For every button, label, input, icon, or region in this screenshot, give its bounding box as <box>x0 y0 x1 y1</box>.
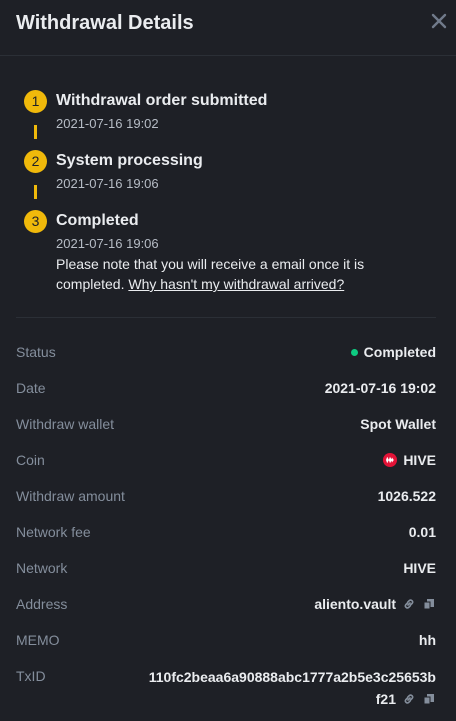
fee-value: 0.01 <box>408 524 436 540</box>
status-row: Status Completed <box>16 342 436 362</box>
copy-icon[interactable] <box>422 597 436 611</box>
withdrawal-help-link[interactable]: Why hasn't my withdrawal arrived? <box>128 276 344 292</box>
txid-text-line1: 110fc2beaa6a90888abc1777a2b5e3c25653b <box>148 669 436 685</box>
txid-label: TxID <box>16 668 46 684</box>
link-icon[interactable] <box>402 597 416 611</box>
link-icon[interactable] <box>402 692 416 706</box>
wallet-value: Spot Wallet <box>360 416 436 432</box>
status-text: Completed <box>363 344 436 360</box>
step-connector <box>34 185 37 199</box>
step-number-badge: 2 <box>24 150 47 173</box>
hive-icon <box>383 453 398 467</box>
address-label: Address <box>16 596 68 612</box>
txid-row: TxID 110fc2beaa6a90888abc1777a2b5e3c2565… <box>16 666 436 710</box>
date-value: 2021-07-16 19:02 <box>324 380 436 396</box>
network-label: Network <box>16 560 68 576</box>
txid-value: 110fc2beaa6a90888abc1777a2b5e3c25653b f2… <box>146 666 436 710</box>
close-icon[interactable] <box>430 12 448 30</box>
fee-label: Network fee <box>16 524 91 540</box>
wallet-row: Withdraw wallet Spot Wallet <box>16 414 436 434</box>
step-title: Withdrawal order submitted <box>56 92 268 109</box>
address-text: aliento.vault <box>314 596 396 612</box>
memo-value: hh <box>418 632 436 648</box>
step-title: System processing <box>56 152 203 169</box>
amount-row: Withdraw amount 1026.522 <box>16 486 436 506</box>
txid-text-line2: f21 <box>375 691 396 707</box>
section-divider <box>16 317 436 318</box>
txid-tail: f21 <box>376 688 436 710</box>
coin-row: Coin HIVE <box>16 450 436 470</box>
date-label: Date <box>16 380 46 396</box>
step-time: 2021-07-16 19:06 <box>56 236 159 251</box>
step-number-badge: 3 <box>24 210 47 233</box>
amount-value: 1026.522 <box>377 488 436 504</box>
status-value: Completed <box>350 342 436 362</box>
step-connector <box>34 125 37 139</box>
step-number-badge: 1 <box>24 90 47 113</box>
coin-value: HIVE <box>383 450 436 470</box>
status-label: Status <box>16 344 56 360</box>
date-row: Date 2021-07-16 19:02 <box>16 378 436 398</box>
step-title: Completed <box>56 212 139 229</box>
memo-label: MEMO <box>16 632 60 648</box>
address-row: Address aliento.vault <box>16 594 436 614</box>
network-row: Network HIVE <box>16 558 436 578</box>
coin-label: Coin <box>16 452 45 468</box>
coin-text: HIVE <box>403 452 436 468</box>
address-value: aliento.vault <box>314 594 436 614</box>
dialog-title: Withdrawal Details <box>16 12 194 34</box>
copy-icon[interactable] <box>422 692 436 706</box>
email-note: Please note that you will receive a emai… <box>56 254 416 294</box>
status-dot-icon <box>350 348 358 356</box>
network-value: HIVE <box>403 560 436 576</box>
memo-row: MEMO hh <box>16 630 436 650</box>
dialog-header: Withdrawal Details <box>0 0 456 56</box>
amount-label: Withdraw amount <box>16 488 125 504</box>
step-time: 2021-07-16 19:02 <box>56 116 159 131</box>
step-time: 2021-07-16 19:06 <box>56 176 159 191</box>
fee-row: Network fee 0.01 <box>16 522 436 542</box>
wallet-label: Withdraw wallet <box>16 416 115 432</box>
